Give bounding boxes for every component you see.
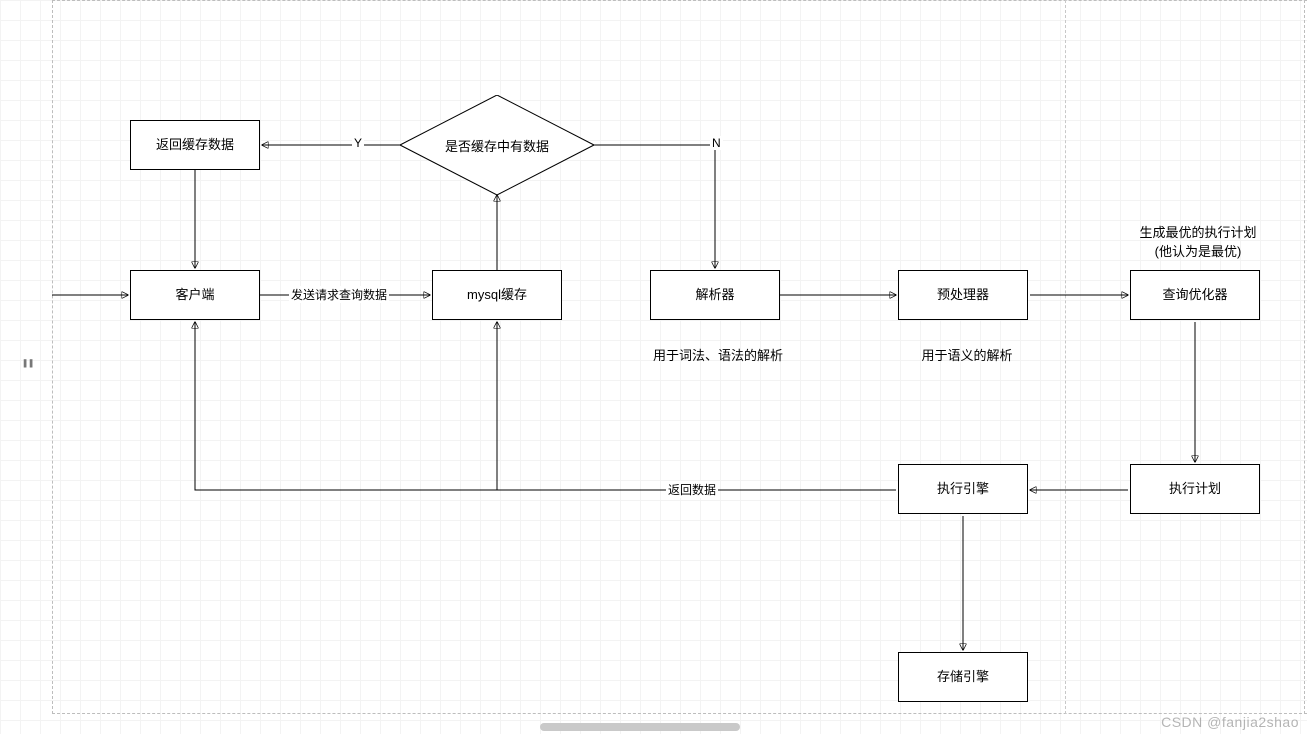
node-label: 预处理器	[937, 286, 989, 304]
diagram-canvas: ❚❚	[0, 0, 1307, 734]
annotation-optimizer-line2: (他认为是最优)	[1118, 241, 1278, 260]
node-return-cache-data[interactable]: 返回缓存数据	[130, 120, 260, 170]
horizontal-scrollbar[interactable]	[0, 720, 1307, 734]
node-storage-engine[interactable]: 存储引擎	[898, 652, 1028, 702]
node-cache-decision[interactable]: 是否缓存中有数据	[400, 95, 594, 195]
annotation-parser: 用于词法、语法的解析	[648, 345, 788, 364]
node-label: 查询优化器	[1162, 286, 1227, 304]
annotation-preprocessor: 用于语义的解析	[912, 345, 1022, 364]
page-guide-top	[52, 0, 1307, 1]
node-parser[interactable]: 解析器	[650, 270, 780, 320]
scrollbar-thumb[interactable]	[540, 723, 740, 731]
edge-label-no: N	[710, 136, 723, 150]
edge-label-yes: Y	[352, 136, 364, 150]
node-exec-engine[interactable]: 执行引擎	[898, 464, 1028, 514]
annotation-optimizer: 生成最优的执行计划 (他认为是最优)	[1118, 222, 1278, 260]
page-guide-bottom	[52, 713, 1307, 714]
page-break-vertical	[1065, 0, 1066, 714]
node-label: 执行计划	[1169, 480, 1221, 498]
node-label: 解析器	[695, 286, 734, 304]
page-guide-left	[52, 0, 53, 714]
node-label: 是否缓存中有数据	[445, 136, 549, 155]
node-label: 客户端	[175, 286, 214, 304]
node-label: 存储引擎	[937, 668, 989, 686]
node-mysql-cache[interactable]: mysql缓存	[432, 270, 562, 320]
node-client[interactable]: 客户端	[130, 270, 260, 320]
node-label: 返回缓存数据	[156, 136, 234, 154]
edge-label-send-query: 发送请求查询数据	[289, 286, 389, 303]
edge-label-return-data: 返回数据	[666, 481, 718, 498]
node-label: mysql缓存	[467, 286, 527, 304]
annotation-optimizer-line1: 生成最优的执行计划	[1118, 222, 1278, 241]
node-label: 执行引擎	[937, 480, 989, 498]
grid-background	[0, 0, 1307, 734]
page-guide-right	[1304, 0, 1305, 714]
gutter-marker: ❚❚	[22, 358, 34, 369]
node-preprocessor[interactable]: 预处理器	[898, 270, 1028, 320]
node-query-optimizer[interactable]: 查询优化器	[1130, 270, 1260, 320]
node-exec-plan[interactable]: 执行计划	[1130, 464, 1260, 514]
